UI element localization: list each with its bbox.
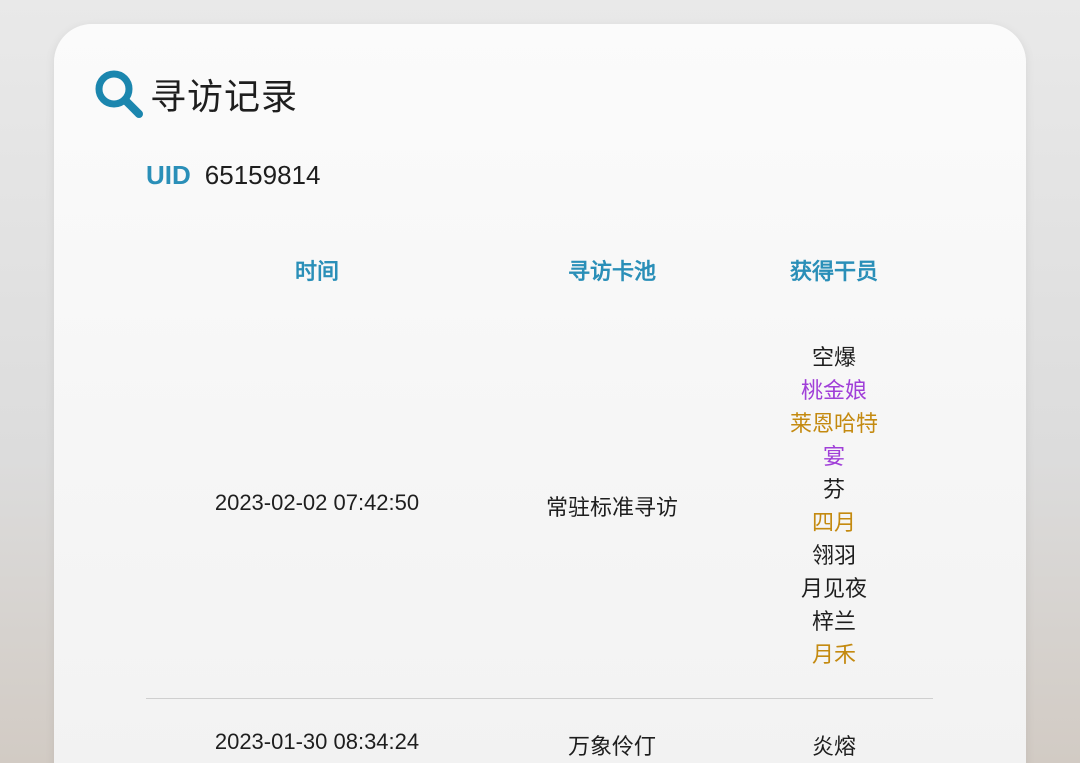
page-title: 寻访记录	[150, 77, 299, 118]
uid-row: UID 65159814	[146, 160, 320, 191]
row-2-pool: 万象伶仃	[567, 735, 656, 760]
character-name: 月禾	[811, 643, 856, 668]
uid-label: UID	[146, 160, 191, 190]
row-1-pool: 常驻标准寻访	[545, 496, 678, 521]
row-2-time: 2023-01-30 08:34:24	[214, 729, 420, 754]
character-name: 芬	[822, 478, 845, 503]
records-card: 寻访记录 UID 65159814 时间 寻访卡池 获得干员 2023-02-0…	[54, 24, 1026, 763]
column-header-characters: 获得干员	[789, 260, 878, 285]
character-name: 宴	[822, 445, 845, 470]
column-header-time: 时间	[294, 260, 339, 285]
character-name: 桃金娘	[800, 379, 867, 404]
character-name: 莱恩哈特	[789, 412, 878, 437]
uid-value: 65159814	[204, 160, 321, 190]
row-1-time: 2023-02-02 07:42:50	[214, 490, 420, 515]
column-header-pool: 寻访卡池	[567, 260, 656, 285]
character-name: 炎熔	[811, 735, 856, 760]
search-icon	[95, 70, 143, 118]
row-divider	[146, 698, 933, 699]
header: 寻访记录	[94, 64, 298, 124]
row-1-character-list: 空爆 桃金娘 莱恩哈特 宴 芬 四月 翎羽 月见夜 梓兰 月禾	[714, 342, 954, 672]
character-name: 四月	[811, 511, 856, 536]
character-name: 梓兰	[811, 610, 856, 635]
character-name: 空爆	[811, 346, 856, 371]
character-name: 月见夜	[800, 577, 867, 602]
character-name: 翎羽	[811, 544, 856, 569]
